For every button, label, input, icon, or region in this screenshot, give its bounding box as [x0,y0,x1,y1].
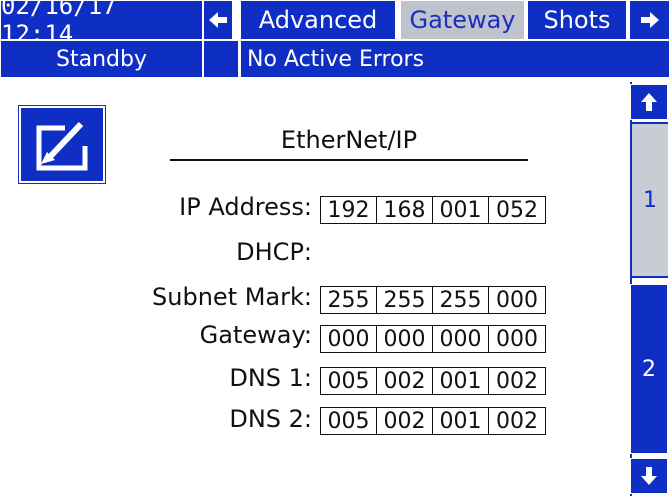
gateway-octet[interactable]: 000 [433,326,489,352]
error-display: No Active Errors [240,40,670,78]
dns1-field[interactable]: 005 002 001 002 [320,367,546,395]
dns2-octet[interactable]: 002 [377,408,433,434]
scroll-up-button[interactable] [630,84,668,120]
dns1-octet[interactable]: 001 [433,368,489,394]
ip-octet[interactable]: 192 [321,197,377,223]
page-1-label: 1 [643,187,657,213]
dns2-label: DNS 2: [229,405,312,433]
gateway-octet[interactable]: 000 [489,326,545,352]
page-2-label: 2 [642,356,656,382]
edit-button[interactable] [18,105,106,184]
page-1-button[interactable]: 1 [630,122,668,278]
dns1-octet[interactable]: 005 [321,368,377,394]
down-arrow-icon [641,467,657,485]
prev-screen-button[interactable] [203,0,233,40]
dns2-field[interactable]: 005 002 001 002 [320,407,546,435]
up-arrow-icon [641,93,657,111]
ip-octet[interactable]: 168 [377,197,433,223]
tab-gateway[interactable]: Gateway [400,0,525,40]
scroll-down-button[interactable] [630,458,668,494]
right-arrow-icon [640,12,659,28]
subnet-mask-label: Subnet Mark: [152,283,312,311]
subnet-octet[interactable]: 255 [377,287,433,313]
dns2-octet[interactable]: 005 [321,408,377,434]
tab-advanced[interactable]: Advanced [240,0,396,40]
next-screen-button[interactable] [629,0,670,40]
gateway-label: Gateway: [199,321,312,349]
dns1-octet[interactable]: 002 [489,368,545,394]
title-divider [170,159,528,161]
left-arrow-icon [209,12,227,28]
dns2-octet[interactable]: 002 [489,408,545,434]
ip-octet[interactable]: 052 [489,197,545,223]
edit-icon [36,121,88,171]
dns2-octet[interactable]: 001 [433,408,489,434]
gateway-octet[interactable]: 000 [321,326,377,352]
status-indicator [203,40,239,78]
ip-octet[interactable]: 001 [433,197,489,223]
subnet-mask-field[interactable]: 255 255 255 000 [320,286,546,314]
section-title: EtherNet/IP [280,126,418,154]
subnet-octet[interactable]: 255 [321,287,377,313]
tab-shots[interactable]: Shots [527,0,627,40]
dns1-label: DNS 1: [229,364,312,392]
subnet-octet[interactable]: 255 [433,287,489,313]
subnet-octet[interactable]: 000 [489,287,545,313]
page-2-button[interactable]: 2 [630,284,668,454]
status-display: Standby [0,40,203,78]
ip-address-field[interactable]: 192 168 001 052 [320,196,546,224]
datetime-display: 02/16/17 12:14 [0,0,203,48]
gateway-field[interactable]: 000 000 000 000 [320,325,546,353]
gateway-octet[interactable]: 000 [377,326,433,352]
dns1-octet[interactable]: 002 [377,368,433,394]
ip-address-label: IP Address: [179,193,312,221]
dhcp-label: DHCP: [236,238,312,266]
